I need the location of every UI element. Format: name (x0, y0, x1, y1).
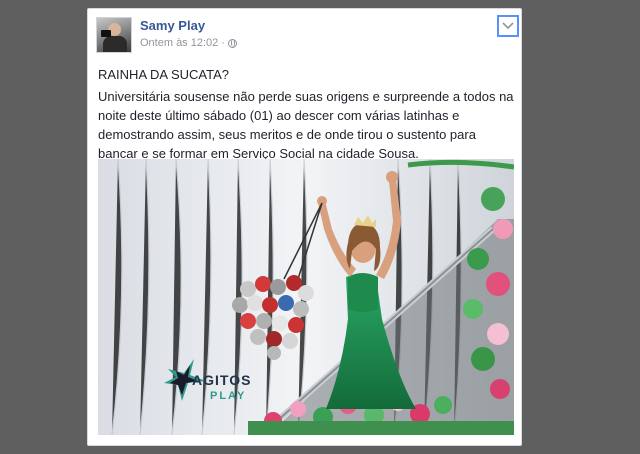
author-avatar[interactable] (96, 17, 132, 53)
watermark-sub-text: PLAY (210, 390, 246, 402)
post-body-text: Universitária sousense não perde suas or… (98, 89, 514, 161)
post-title: RAINHA DA SUCATA? (98, 67, 229, 82)
post-header: Samy Play Ontem às 12:02 · (96, 17, 237, 53)
facebook-post: Samy Play Ontem às 12:02 · RAINHA DA SUC… (87, 8, 522, 446)
meta-separator: · (221, 37, 225, 49)
post-options-button[interactable] (497, 15, 519, 37)
post-meta: Ontem às 12:02 · (140, 36, 237, 50)
chevron-down-icon (502, 22, 514, 30)
photo-scene: AGITOS PLAY (98, 159, 514, 435)
post-photo[interactable]: AGITOS PLAY (98, 159, 514, 435)
globe-icon (227, 38, 237, 48)
author-name-link[interactable]: Samy Play (140, 18, 237, 34)
post-header-text: Samy Play Ontem às 12:02 · (140, 18, 237, 50)
watermark-main-text: AGITOS (192, 372, 251, 388)
post-timestamp[interactable]: Ontem às 12:02 (140, 36, 218, 50)
